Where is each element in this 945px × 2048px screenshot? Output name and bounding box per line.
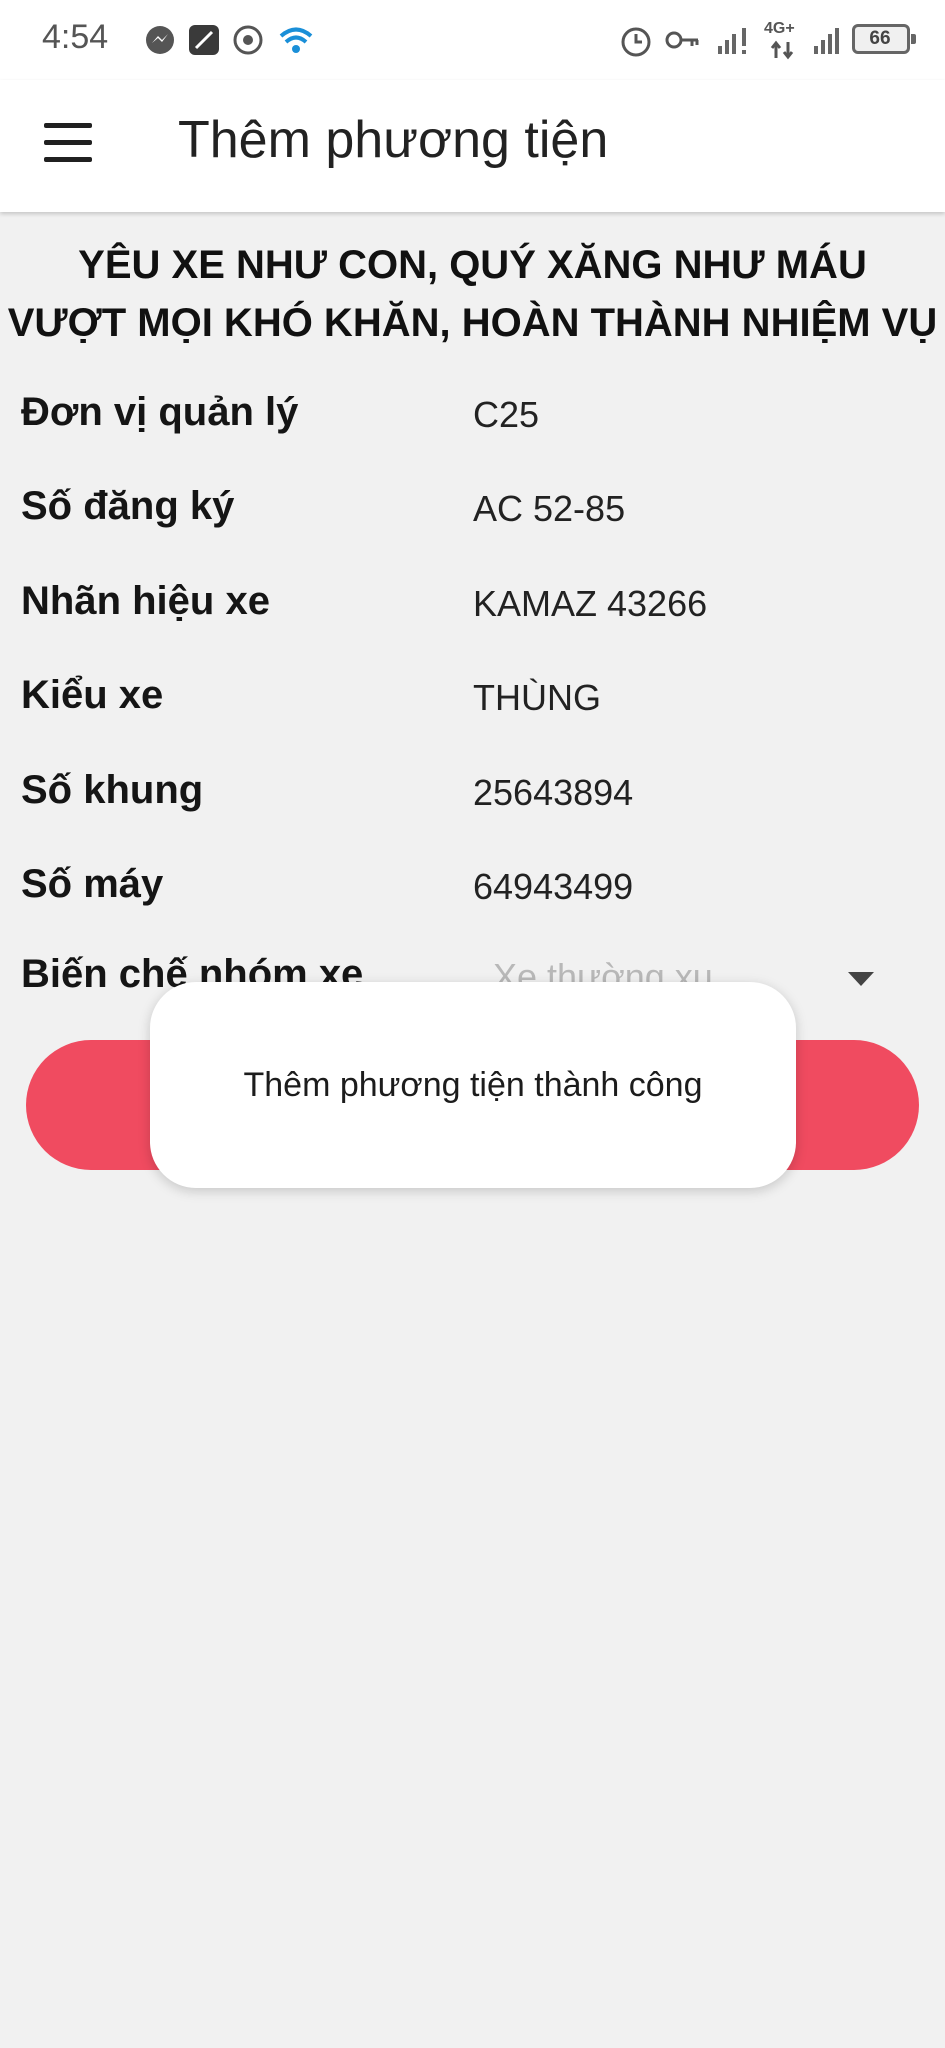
field-management-unit: Đơn vị quản lý C25 — [0, 390, 945, 460]
menu-icon[interactable] — [44, 123, 92, 163]
field-label: Số khung — [21, 768, 204, 812]
field-chassis-number: Số khung 25643894 — [0, 768, 945, 838]
messenger-icon — [146, 26, 174, 54]
app-icon — [189, 25, 219, 55]
signal-icon — [718, 28, 746, 54]
slogan: YÊU XE NHƯ CON, QUÝ XĂNG NHƯ MÁU VƯỢT MỌ… — [0, 236, 945, 352]
slogan-line-1: YÊU XE NHƯ CON, QUÝ XĂNG NHƯ MÁU — [78, 243, 867, 287]
field-value[interactable]: 64943499 — [473, 866, 633, 908]
field-value[interactable]: C25 — [473, 394, 539, 436]
network-label: 4G+ — [764, 20, 795, 37]
4g-signal-icon: 4G+ — [762, 18, 802, 62]
field-engine-number: Số máy 64943499 — [0, 862, 945, 932]
field-vehicle-type: Kiểu xe THÙNG — [0, 673, 945, 743]
field-label: Nhãn hiệu xe — [21, 579, 270, 623]
key-icon — [665, 31, 699, 49]
status-time: 4:54 — [42, 18, 109, 56]
field-registration-number: Số đăng ký AC 52-85 — [0, 484, 945, 554]
field-value[interactable]: 25643894 — [473, 772, 633, 814]
dropdown-arrow-icon[interactable] — [848, 972, 874, 986]
success-toast: Thêm phương tiện thành công — [150, 982, 796, 1188]
battery-level: 66 — [869, 28, 891, 49]
field-label: Số máy — [21, 862, 164, 906]
field-vehicle-brand: Nhãn hiệu xe KAMAZ 43266 — [0, 579, 945, 649]
signal-icon — [814, 28, 839, 54]
field-label: Đơn vị quản lý — [21, 390, 299, 434]
field-label: Số đăng ký — [21, 484, 235, 528]
status-bar: 4:54 4G+ 66 — [0, 0, 945, 80]
settings-icon — [233, 25, 263, 55]
toast-message: Thêm phương tiện thành công — [243, 1065, 703, 1104]
wifi-icon — [279, 27, 313, 53]
field-value[interactable]: KAMAZ 43266 — [473, 583, 707, 625]
battery-icon: 66 — [852, 24, 916, 54]
field-label: Kiểu xe — [21, 673, 164, 717]
app-bar: Thêm phương tiện — [0, 80, 945, 212]
field-value[interactable]: THÙNG — [473, 677, 601, 719]
alarm-icon — [621, 27, 651, 57]
field-value[interactable]: AC 52-85 — [473, 488, 625, 530]
slogan-line-2: VƯỢT MỌI KHÓ KHĂN, HOÀN THÀNH NHIỆM VỤ — [7, 301, 938, 345]
page-title: Thêm phương tiện — [178, 111, 609, 169]
